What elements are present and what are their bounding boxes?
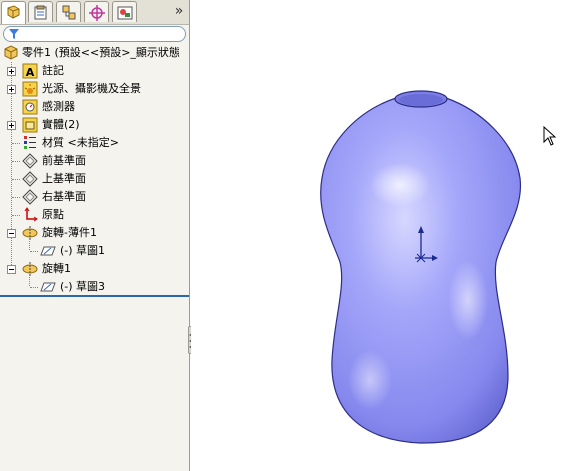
graphics-viewport[interactable] (191, 0, 585, 471)
solid-bodies-icon (22, 117, 38, 133)
sketch-icon (40, 282, 56, 292)
tree-item-solid-bodies[interactable]: 實體(2) (0, 116, 189, 134)
tree-item-label: 材質 <未指定> (42, 136, 119, 149)
sketch-icon (40, 246, 56, 256)
lights-cameras-icon (22, 81, 38, 97)
tree-item-label: 感測器 (42, 100, 75, 113)
tree-item-label: 前基準面 (42, 154, 86, 167)
display-manager-icon (117, 6, 133, 20)
rollback-bar[interactable] (0, 295, 189, 297)
tree-item-annotations[interactable]: A 註記 (0, 62, 189, 80)
tree-item-revolve-thin[interactable]: 旋轉-薄件1 (0, 224, 189, 242)
tree-item-revolve1[interactable]: 旋轉1 (0, 260, 189, 278)
material-icon (24, 136, 36, 149)
tree-item-label: 旋轉-薄件1 (42, 226, 97, 239)
tree-item-material[interactable]: 材質 <未指定> (0, 134, 189, 152)
tree-filter-input[interactable] (3, 26, 186, 42)
expand-icon[interactable] (7, 121, 16, 130)
expand-icon[interactable] (7, 85, 16, 94)
revolve-icon (22, 226, 38, 240)
tree-item-label: 上基準面 (42, 172, 86, 185)
tree-connector (12, 161, 20, 162)
tree-item-right-plane[interactable]: 右基準面 (0, 188, 189, 206)
surface-highlight (370, 163, 430, 207)
surface-highlight (448, 260, 488, 340)
tree-item-label: 右基準面 (42, 190, 86, 203)
tree-item-sensors[interactable]: 感測器 (0, 98, 189, 116)
tree-item-origin[interactable]: 原點 (0, 206, 189, 224)
property-manager-icon (34, 5, 47, 20)
origin-icon (24, 207, 38, 222)
tree-item-label: (-) 草圖1 (60, 244, 106, 257)
tree-connector (12, 215, 20, 216)
revolve-icon (22, 262, 38, 276)
property-manager-tab[interactable] (28, 1, 53, 22)
more-tabs-chevron-icon[interactable]: » (171, 2, 187, 20)
tree-item-label: 原點 (42, 208, 64, 221)
collapse-icon[interactable] (7, 229, 16, 238)
dimxpert-icon (89, 5, 105, 21)
tree-item-label: 註記 (42, 64, 64, 77)
tree-item-front-plane[interactable]: 前基準面 (0, 152, 189, 170)
collapse-icon[interactable] (7, 265, 16, 274)
tree-item-label: (-) 草圖3 (60, 280, 106, 293)
expand-icon[interactable] (7, 67, 16, 76)
feature-manager-panel: » 零件1 (預設<<預設>_顯示狀態 A 註記 光源、攝影機及全景 感測器 實… (0, 0, 190, 471)
tree-connector (30, 287, 38, 288)
display-manager-tab[interactable] (112, 1, 137, 22)
svg-text:A: A (26, 66, 35, 79)
feature-tree-icon (7, 5, 20, 19)
tree-connector (12, 143, 20, 144)
revolved-vase-body[interactable] (191, 0, 585, 471)
plane-icon (22, 153, 38, 169)
tree-item-label: 實體(2) (42, 118, 80, 131)
configuration-manager-tab[interactable] (56, 1, 81, 22)
annotations-icon: A (22, 63, 38, 79)
tree-item-sketch3[interactable]: (-) 草圖3 (0, 278, 189, 296)
configuration-manager-icon (62, 5, 76, 20)
plane-icon (22, 171, 38, 187)
tree-connector (12, 197, 20, 198)
tree-item-sketch1[interactable]: (-) 草圖1 (0, 242, 189, 260)
tree-item-lights[interactable]: 光源、攝影機及全景 (0, 80, 189, 98)
filter-icon (9, 29, 19, 39)
manager-tab-bar: » (0, 0, 189, 25)
sensors-icon (22, 99, 38, 115)
tree-root[interactable]: 零件1 (預設<<預設>_顯示狀態 (0, 44, 189, 62)
part-icon (4, 45, 18, 60)
surface-highlight (348, 350, 392, 410)
plane-icon (22, 189, 38, 205)
tree-connector (12, 179, 20, 180)
tree-item-label: 旋轉1 (42, 262, 71, 275)
tree-item-label: 光源、攝影機及全景 (42, 82, 141, 95)
mouse-cursor-icon (543, 126, 557, 146)
tree-connector (30, 251, 38, 252)
tree-root-label: 零件1 (預設<<預設>_顯示狀態 (22, 46, 180, 59)
tree-item-top-plane[interactable]: 上基準面 (0, 170, 189, 188)
top-opening-inner (399, 94, 443, 106)
dimxpert-manager-tab[interactable] (84, 1, 109, 22)
feature-manager-tab[interactable] (1, 1, 26, 24)
